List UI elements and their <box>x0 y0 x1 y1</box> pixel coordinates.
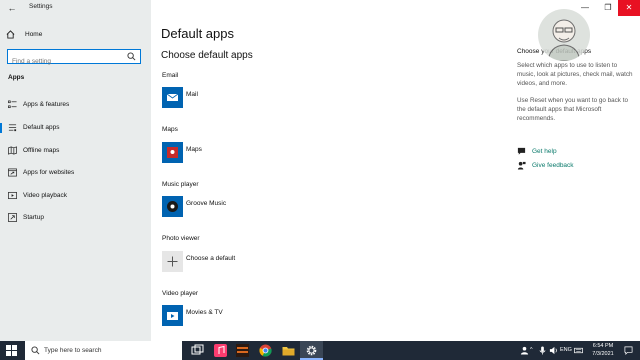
maximize-button[interactable]: ❐ <box>597 0 619 16</box>
default-app-maps[interactable]: Maps <box>162 142 322 164</box>
language-indicator[interactable]: ENG <box>560 347 572 353</box>
default-app-music-player[interactable]: Groove Music <box>162 196 322 218</box>
nav-item-default-apps[interactable]: Default apps <box>0 120 151 136</box>
web-link-icon <box>8 168 17 177</box>
link-label: Get help <box>532 148 557 155</box>
microphone-icon[interactable] <box>538 346 547 355</box>
category-label-photo-viewer: Photo viewer <box>162 235 200 242</box>
info-reset-note: Use Reset when you want to go back to th… <box>517 97 628 122</box>
section-heading: Choose default apps <box>161 50 253 61</box>
movies-tv-icon <box>162 305 183 326</box>
home-icon <box>6 29 15 39</box>
clock-date: 7/3/2021 <box>592 350 614 357</box>
back-button[interactable]: ← <box>6 2 18 14</box>
task-view-icon[interactable] <box>191 344 204 357</box>
nav-item-offline-maps[interactable]: Offline maps <box>0 143 151 159</box>
app-name: Maps <box>186 146 202 153</box>
nav-item-apps-for-websites[interactable]: Apps for websites <box>0 165 151 181</box>
search-icon <box>31 346 40 355</box>
app-name: Movies & TV <box>186 309 223 316</box>
windows-start-icon[interactable] <box>6 345 17 356</box>
people-icon[interactable] <box>520 346 529 355</box>
default-apps-icon <box>8 124 17 132</box>
selection-indicator <box>0 123 2 133</box>
nav-label: Apps & features <box>23 101 70 108</box>
section-title-apps: Apps <box>8 74 25 81</box>
category-label-email: Email <box>162 72 179 79</box>
nav-item-startup[interactable]: Startup <box>0 210 151 226</box>
category-label-video-player: Video player <box>162 290 199 297</box>
title-bar: ← Settings <box>0 0 151 16</box>
startup-icon <box>8 213 17 222</box>
home-link[interactable]: Home <box>6 29 42 39</box>
category-label-maps: Maps <box>162 126 178 133</box>
home-label: Home <box>25 30 43 38</box>
main-content: Default apps Choose default apps Email M… <box>151 0 640 341</box>
minimize-button[interactable]: — <box>574 0 596 16</box>
settings-taskbar-button[interactable] <box>300 341 323 360</box>
app-name: Groove Music <box>186 200 227 207</box>
list-icon <box>8 100 17 109</box>
choose-default-photo-viewer[interactable]: Choose a default <box>162 251 322 273</box>
sidebar: ← Settings Home Apps Apps & features <box>0 0 151 341</box>
music-app-icon[interactable] <box>214 344 227 357</box>
file-explorer-icon[interactable] <box>282 344 295 357</box>
chrome-icon[interactable] <box>259 344 272 357</box>
link-label: Give feedback <box>532 162 574 169</box>
maps-app-icon <box>162 142 183 163</box>
taskbar-search-box[interactable]: Type here to search <box>25 341 182 360</box>
taskbar: Type here to search ^ ENG 6:54 PM 7/3/20… <box>0 341 640 360</box>
nav-label: Video playback <box>23 192 67 199</box>
window-title: Settings <box>29 3 53 10</box>
search-icon[interactable] <box>127 52 136 61</box>
app-name: Choose a default <box>186 255 236 262</box>
presenter-avatar <box>538 9 590 61</box>
nav-label: Apps for websites <box>23 169 75 176</box>
video-icon <box>8 191 17 200</box>
plus-icon <box>162 251 183 272</box>
page-title: Default apps <box>161 26 234 41</box>
clock[interactable]: 6:54 PM 7/3/2021 <box>588 343 618 358</box>
nav-item-video-playback[interactable]: Video playback <box>0 188 151 204</box>
help-chat-icon <box>517 147 526 155</box>
category-label-music-player: Music player <box>162 181 199 188</box>
mail-icon <box>162 87 183 108</box>
groove-music-icon <box>162 196 183 217</box>
app-name: Mail <box>186 91 198 98</box>
keyboard-icon[interactable] <box>574 346 583 355</box>
default-app-video-player[interactable]: Movies & TV <box>162 305 322 327</box>
taskbar-search-placeholder: Type here to search <box>44 347 102 354</box>
settings-search-box[interactable] <box>7 49 141 68</box>
gear-icon <box>306 345 317 356</box>
nav-item-apps-features[interactable]: Apps & features <box>0 97 151 113</box>
default-app-email[interactable]: Mail <box>162 87 322 109</box>
clock-time: 6:54 PM <box>592 343 614 349</box>
tray-chevron-icon[interactable]: ^ <box>530 347 533 353</box>
notification-icon[interactable] <box>624 346 633 355</box>
settings-search-input[interactable] <box>8 55 124 68</box>
feedback-icon <box>517 161 526 170</box>
close-button[interactable]: ✕ <box>618 0 640 16</box>
nav-label: Default apps <box>23 124 60 131</box>
media-editor-icon[interactable] <box>236 344 249 357</box>
person-illustration <box>547 19 581 61</box>
info-description: Select which apps to use to listen to mu… <box>517 62 633 87</box>
nav-label: Startup <box>23 214 44 221</box>
volume-icon[interactable] <box>549 346 558 355</box>
nav-label: Offline maps <box>23 147 60 154</box>
map-icon <box>8 146 17 155</box>
